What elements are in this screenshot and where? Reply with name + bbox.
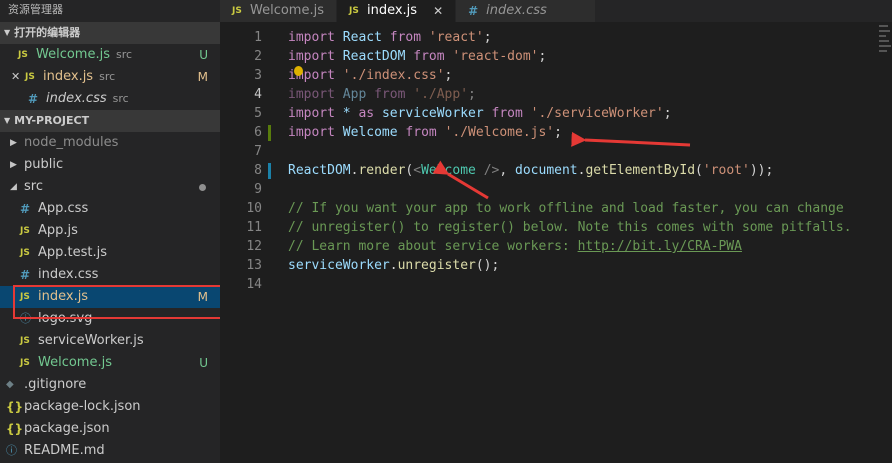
js-file-icon: JS — [20, 226, 30, 236]
chevron-right-icon: ▶ — [10, 160, 17, 170]
annotation-arrows — [432, 131, 691, 200]
arrow-to-welcome-tag — [432, 160, 489, 200]
folder-name: public — [24, 157, 64, 172]
js-file-icon: JS — [20, 248, 30, 258]
file-app-js[interactable]: JS App.js — [0, 220, 220, 242]
untracked-badge: U — [199, 48, 208, 62]
minimap[interactable] — [876, 22, 892, 62]
json-file-icon: {} — [6, 422, 24, 436]
file-name: App.js — [38, 223, 78, 238]
tab-index-js[interactable]: JS index.js ✕ — [336, 0, 457, 22]
js-file-icon: JS — [20, 336, 30, 346]
close-icon[interactable]: ✕ — [433, 0, 443, 22]
css-file-icon: # — [20, 202, 31, 216]
code-editor[interactable]: 1 import React from 'react'; 2 import Re… — [220, 22, 892, 463]
file-name: serviceWorker.js — [38, 333, 144, 348]
editor-tab-bar: JS Welcome.js JS index.js ✕ # index.css — [220, 0, 892, 22]
chevron-right-icon: ▶ — [10, 138, 17, 148]
folder-name: node_modules — [24, 135, 119, 150]
modified-dot — [199, 184, 206, 191]
tab-welcome-js[interactable]: JS Welcome.js — [220, 0, 337, 22]
project-label: MY-PROJECT — [14, 114, 90, 127]
file-path-hint: src — [115, 48, 133, 61]
css-file-icon: # — [20, 268, 31, 282]
file-name: Welcome.js — [38, 355, 112, 370]
js-file-icon: JS — [20, 358, 30, 368]
js-file-icon: JS — [18, 50, 28, 60]
file-name: README.md — [24, 443, 105, 458]
file-name: index.css — [38, 267, 99, 282]
file-app-css[interactable]: # App.css — [0, 198, 220, 220]
open-editor-welcome[interactable]: JS Welcome.js src U — [0, 44, 220, 66]
file-name: package-lock.json — [24, 399, 141, 414]
file-package-json[interactable]: {} package.json — [0, 418, 220, 440]
chevron-down-icon: ▼ — [4, 28, 11, 37]
tab-label: index.js — [366, 3, 418, 18]
folder-src[interactable]: ◢ src — [0, 176, 220, 198]
file-name: .gitignore — [24, 377, 87, 392]
js-file-icon: JS — [348, 6, 359, 16]
untracked-badge: U — [199, 356, 208, 370]
file-name: package.json — [24, 421, 110, 436]
chevron-down-icon: ◢ — [10, 182, 17, 192]
folder-name: src — [24, 179, 43, 194]
explorer-title: 资源管理器 — [8, 3, 63, 16]
file-path-hint: src — [112, 92, 129, 105]
file-name: Welcome.js — [36, 47, 110, 62]
highlight-box — [13, 285, 229, 319]
file-service-worker-js[interactable]: JS serviceWorker.js — [0, 330, 220, 352]
file-index-css[interactable]: # index.css — [0, 264, 220, 286]
open-editor-index-css[interactable]: # index.css src — [0, 88, 220, 110]
project-header[interactable]: ▼ MY-PROJECT — [0, 110, 220, 132]
chevron-down-icon: ▼ — [4, 116, 11, 125]
js-file-icon: JS — [232, 6, 242, 16]
js-file-icon: JS — [25, 72, 35, 82]
open-editors-header[interactable]: ▼ 打开的编辑器 — [0, 22, 220, 44]
markdown-file-icon: ⓘ — [6, 444, 17, 457]
file-name: index.js — [43, 69, 94, 84]
file-gitignore[interactable]: ◆ .gitignore — [0, 374, 220, 396]
folder-node-modules[interactable]: ▶ node_modules — [0, 132, 220, 154]
arrow-to-import-line — [571, 131, 691, 147]
tab-index-css[interactable]: # index.css — [456, 0, 597, 22]
modified-badge: M — [197, 70, 208, 84]
css-file-icon: # — [28, 92, 39, 106]
file-name: App.css — [38, 201, 89, 216]
file-readme-md[interactable]: ⓘ README.md — [0, 440, 220, 462]
file-path-hint: src — [99, 70, 116, 83]
json-file-icon: {} — [6, 400, 24, 414]
explorer-sidebar: 资源管理器 ▼ 打开的编辑器 JS Welcome.js src U ✕ JS … — [0, 0, 220, 463]
file-welcome-js[interactable]: JS Welcome.js U — [0, 352, 220, 374]
css-file-icon: # — [468, 4, 479, 18]
close-icon[interactable]: ✕ — [11, 66, 23, 88]
tab-label: index.css — [486, 3, 547, 18]
open-editor-index-js[interactable]: ✕ JS index.js src M — [0, 66, 220, 88]
file-app-test-js[interactable]: JS App.test.js — [0, 242, 220, 264]
file-package-lock-json[interactable]: {} package-lock.json — [0, 396, 220, 418]
folder-public[interactable]: ▶ public — [0, 154, 220, 176]
file-name: index.css — [46, 91, 107, 106]
git-file-icon: ◆ — [6, 379, 14, 390]
file-name: App.test.js — [38, 245, 108, 260]
open-editors-label: 打开的编辑器 — [14, 26, 81, 39]
tab-label: Welcome.js — [250, 3, 324, 18]
